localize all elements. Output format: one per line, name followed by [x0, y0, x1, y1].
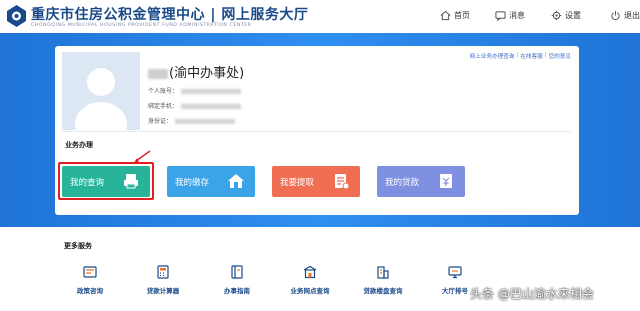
nav-logout-label: 退出 — [624, 10, 640, 20]
watermark-text: 头条 @巴山渝水来相会 — [470, 287, 594, 301]
user-card: (渝中办事处) 个人账号： 绑定手机： 身份证： 网上业务办理查询 | 在线客服… — [55, 46, 579, 215]
service-label: 办事指南 — [224, 287, 250, 295]
service-guide[interactable]: 办事指南 — [202, 265, 272, 295]
service-label: 业务网点查询 — [290, 287, 330, 295]
calculator-icon — [157, 265, 169, 279]
account-number-row: 个人账号： — [148, 86, 242, 95]
account-number-label: 个人账号： — [148, 88, 179, 95]
message-icon — [495, 10, 506, 21]
withdraw-label: 我要提取 — [280, 177, 315, 188]
top-header: 重庆市住房公积金管理中心 | 网上服务大厅 CHONGQING MUNICIPA… — [0, 0, 640, 33]
loan-icon — [440, 174, 452, 188]
house-icon — [228, 174, 244, 188]
document-icon — [335, 174, 350, 190]
divider — [61, 131, 571, 132]
user-branch: (渝中办事处) — [169, 66, 245, 81]
my-loan-button[interactable]: 我的贷款 — [377, 166, 465, 197]
link-feedback[interactable]: 您的意见 — [549, 52, 571, 60]
nav-settings[interactable]: 设置 — [551, 8, 581, 22]
id-card-label: 身份证： — [148, 118, 173, 125]
service-branch-query[interactable]: 业务网点查询 — [275, 265, 345, 295]
site-title: 重庆市住房公积金管理中心 | 网上服务大厅 — [31, 7, 309, 23]
my-deposit-label: 我的缴存 — [175, 177, 210, 188]
redacted-name — [148, 68, 168, 79]
home-icon — [440, 10, 451, 20]
phone-label: 绑定手机： — [148, 103, 179, 110]
link-separator: | — [544, 52, 547, 58]
redacted-value — [181, 89, 242, 94]
nav-logout[interactable]: 退出 — [610, 8, 640, 22]
link-business-query[interactable]: 网上业务办理查询 — [470, 52, 515, 60]
redacted-value — [181, 104, 242, 109]
annotation-highlight-box — [58, 162, 154, 200]
nav-settings-label: 设置 — [565, 10, 581, 20]
avatar — [62, 52, 140, 130]
user-name: (渝中办事处) — [148, 62, 244, 81]
building-icon — [377, 266, 389, 279]
service-label: 贷款楼盘查询 — [363, 287, 403, 295]
gear-icon — [551, 10, 562, 20]
link-separator: | — [516, 52, 519, 58]
logout-icon — [611, 10, 620, 20]
service-label: 大厅排号 — [442, 287, 468, 295]
queue-monitor-icon — [448, 266, 462, 279]
policy-icon — [83, 266, 97, 278]
site-subtitle: CHONGQING MUNICIPAL HOUSING PROVIDENT FU… — [31, 23, 252, 28]
my-loan-label: 我的贷款 — [385, 177, 420, 188]
more-services-title: 更多服务 — [64, 242, 92, 250]
service-label: 贷款计算器 — [146, 287, 180, 295]
withdraw-button[interactable]: 我要提取 — [272, 166, 360, 197]
logo-icon — [7, 5, 26, 27]
service-label: 政策咨询 — [77, 287, 103, 295]
annotation-arrow-icon — [134, 150, 151, 163]
more-services-panel: 更多服务 政策咨询 贷款计算器 办事指南 业务网点查询 贷款楼盘查询 大厅排号 … — [0, 227, 640, 311]
service-loan-calculator[interactable]: 贷款计算器 — [128, 265, 198, 295]
guide-book-icon — [231, 265, 243, 279]
service-policy-consult[interactable]: 政策咨询 — [55, 265, 125, 295]
nav-home[interactable]: 首页 — [440, 8, 470, 22]
id-card-row: 身份证： — [148, 116, 236, 125]
nav-home-label: 首页 — [454, 10, 470, 20]
my-deposit-button[interactable]: 我的缴存 — [167, 166, 255, 197]
quick-links: 网上业务办理查询 | 在线客服 | 您的意见 — [470, 52, 571, 60]
business-section-title: 业务办理 — [65, 141, 93, 149]
branch-icon — [303, 265, 317, 279]
user-silhouette-icon — [62, 52, 140, 130]
nav-messages-label: 消息 — [509, 10, 525, 20]
redacted-value — [175, 119, 236, 124]
nav-messages[interactable]: 消息 — [495, 8, 525, 22]
link-online-service[interactable]: 在线客服 — [520, 52, 542, 60]
phone-row: 绑定手机： — [148, 101, 242, 110]
service-property-query[interactable]: 贷款楼盘查询 — [348, 265, 418, 295]
